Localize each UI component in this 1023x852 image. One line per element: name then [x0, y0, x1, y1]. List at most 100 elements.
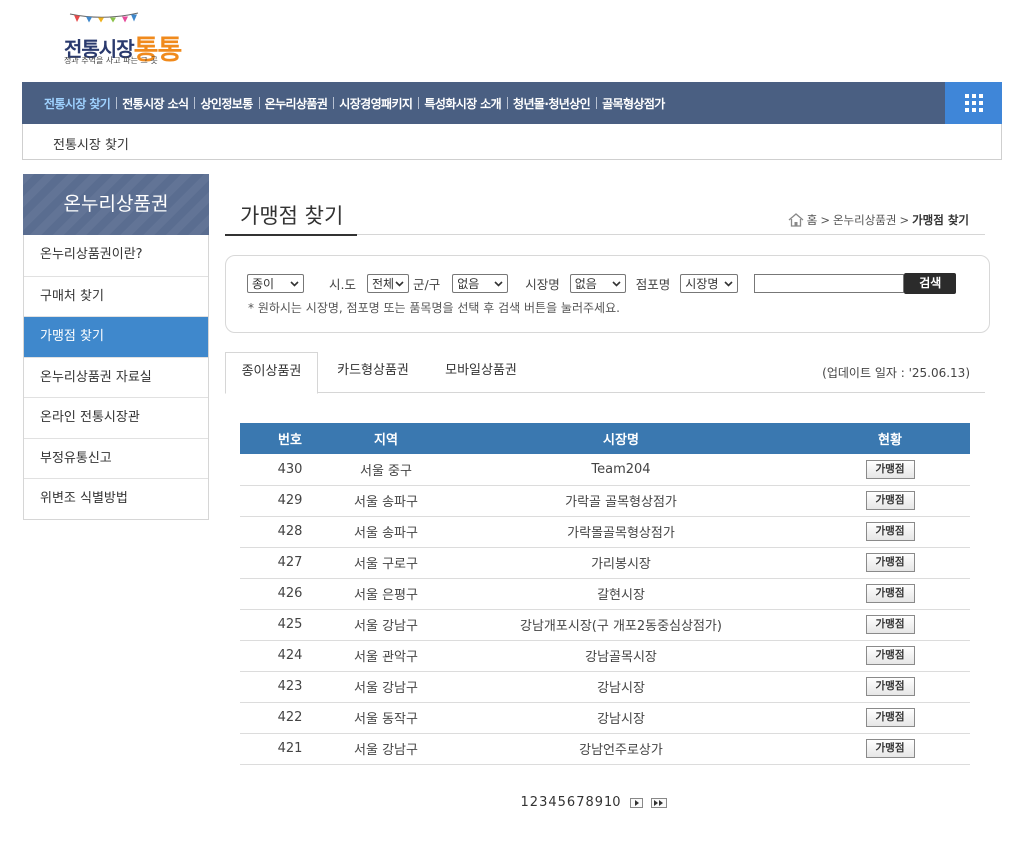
page-link[interactable]: 1 — [520, 795, 529, 810]
affiliate-button[interactable]: 가맹점 — [865, 553, 915, 572]
row-market: 강남언주로상가 — [432, 733, 810, 765]
breadcrumb-home[interactable]: 홈 — [807, 212, 818, 228]
column-header-status: 현황 — [810, 423, 970, 454]
all-menu-button[interactable] — [945, 82, 1002, 124]
page-link[interactable]: 5 — [557, 795, 566, 810]
affiliate-button[interactable]: 가맹점 — [865, 459, 915, 479]
page-title: 가맹점 찾기 — [240, 204, 344, 228]
nav-item-management-package[interactable]: 시장경영패키지 — [333, 95, 418, 112]
row-number: 430 — [240, 454, 340, 486]
nav-item-merchant-info[interactable]: 상인정보통 — [194, 95, 258, 112]
sidebar-item-affiliate-search[interactable]: 가맹점 찾기 — [24, 316, 208, 357]
tab-card-voucher[interactable]: 카드형상품권 — [325, 352, 421, 393]
chevron-down-icon — [724, 281, 733, 287]
home-icon[interactable] — [788, 213, 804, 227]
row-market: 가락골 골목형상점가 — [432, 485, 810, 517]
affiliate-button[interactable]: 가맹점 — [865, 584, 915, 603]
affiliate-button[interactable]: 가맹점 — [865, 491, 915, 510]
page-link[interactable]: 2 — [529, 795, 538, 810]
gugun-select[interactable]: 없음 — [452, 274, 509, 293]
row-market: Team204 — [432, 454, 810, 486]
nav-item-onnuri-voucher[interactable]: 온누리상품권 — [258, 95, 334, 112]
market-label: 시장명 — [525, 277, 560, 292]
search-panel: 종이 시.도 전체 군/구 없음 시장명 없음 점포명 시장명 검색 * 원하시… — [225, 255, 990, 333]
affiliate-button[interactable]: 가맹점 — [865, 677, 915, 696]
breadcrumb: 홈 > 온누리상품권 > 가맹점 찾기 — [788, 212, 969, 228]
sidebar: 온누리상품권 온누리상품권이란? 구매처 찾기 가맹점 찾기 온누리상품권 자료… — [23, 174, 209, 520]
table-row: 430 서울 중구 Team204 가맹점 — [240, 454, 970, 486]
page-link[interactable]: 3 — [539, 795, 548, 810]
sido-select[interactable]: 전체 — [366, 274, 409, 293]
row-region: 서울 송파구 — [340, 485, 432, 517]
pagination: 1 2 3 4 5 6 7 8 9 10 — [520, 795, 668, 810]
row-region: 서울 강남구 — [340, 671, 432, 703]
main-nav: 전통시장 찾기 전통시장 소식 상인정보통 온누리상품권 시장경영패키지 특성화… — [22, 82, 1002, 124]
row-region: 서울 구로구 — [340, 547, 432, 579]
sidebar-item-resources[interactable]: 온누리상품권 자료실 — [24, 356, 208, 398]
sidebar-item-fraud-report[interactable]: 부정유통신고 — [24, 437, 208, 479]
row-region: 서울 관악구 — [340, 640, 432, 672]
row-market: 강남골목시장 — [432, 640, 810, 672]
row-region: 서울 강남구 — [340, 609, 432, 641]
sidebar-item-online-market[interactable]: 온라인 전통시장관 — [24, 397, 208, 438]
row-region: 서울 송파구 — [340, 516, 432, 548]
nav-item-youth-mall[interactable]: 청년몰·청년상인 — [507, 95, 596, 112]
tab-mobile-voucher[interactable]: 모바일상품권 — [433, 352, 529, 393]
page-link[interactable]: 4 — [548, 795, 557, 810]
row-number: 422 — [240, 702, 340, 734]
affiliate-button[interactable]: 가맹점 — [865, 615, 915, 634]
next-page-button[interactable] — [630, 797, 644, 808]
logo-flags-graphic — [69, 12, 139, 23]
market-select[interactable]: 없음 — [569, 274, 626, 293]
nav-item-market-news[interactable]: 전통시장 소식 — [116, 95, 194, 112]
row-number: 421 — [240, 733, 340, 765]
sub-nav-item-market-search[interactable]: 전통시장 찾기 — [53, 134, 129, 153]
page-link[interactable]: 10 — [604, 795, 622, 810]
page-title-bar: 가맹점 찾기 홈 > 온누리상품권 > 가맹점 찾기 — [225, 190, 985, 236]
affiliate-button[interactable]: 가맹점 — [865, 522, 915, 541]
search-keyword-input[interactable] — [754, 274, 905, 293]
affiliate-button[interactable]: 가맹점 — [865, 708, 915, 727]
row-market: 갈현시장 — [432, 578, 810, 610]
nav-item-alley-shopping[interactable]: 골목형상점가 — [596, 95, 671, 112]
chevron-down-icon — [290, 281, 299, 287]
sidebar-item-counterfeit-guide[interactable]: 위변조 식별방법 — [24, 478, 208, 519]
search-button[interactable]: 검색 — [904, 273, 957, 294]
grid-icon — [964, 94, 983, 112]
row-number: 424 — [240, 640, 340, 672]
page-link[interactable]: 8 — [585, 795, 594, 810]
affiliate-button[interactable]: 가맹점 — [865, 646, 915, 665]
row-number: 423 — [240, 671, 340, 703]
table-row: 428 서울 송파구 가락몰골목형상점가 가맹점 — [240, 516, 970, 548]
row-market: 강남시장 — [432, 702, 810, 734]
gugun-label: 군/구 — [412, 277, 441, 292]
nav-item-market-search[interactable]: 전통시장 찾기 — [36, 95, 116, 112]
site-logo[interactable]: 전통시장통통 정과 추억을 사고 파는 그 곳 — [64, 8, 194, 68]
row-number: 427 — [240, 547, 340, 579]
sido-label: 시.도 — [329, 277, 356, 292]
column-header-market: 시장명 — [432, 423, 810, 454]
voucher-type-select[interactable]: 종이 — [247, 274, 304, 293]
tab-paper-voucher[interactable]: 종이상품권 — [225, 352, 318, 394]
page-link[interactable]: 7 — [576, 795, 585, 810]
row-market: 가락몰골목형상점가 — [432, 516, 810, 548]
sub-nav-bar: 전통시장 찾기 — [22, 124, 1002, 160]
sidebar-item-about[interactable]: 온누리상품권이란? — [24, 235, 208, 276]
chevron-down-icon — [494, 281, 503, 287]
last-page-button[interactable] — [651, 797, 668, 808]
affiliate-button[interactable]: 가맹점 — [865, 739, 915, 758]
store-select[interactable]: 시장명 — [680, 274, 739, 293]
page-link[interactable]: 6 — [566, 795, 575, 810]
row-market: 강남시장 — [432, 671, 810, 703]
table-row: 427 서울 구로구 가리봉시장 가맹점 — [240, 547, 970, 579]
breadcrumb-onnuri[interactable]: 온누리상품권 — [833, 212, 896, 228]
row-region: 서울 은평구 — [340, 578, 432, 610]
table-row: 422 서울 동작구 강남시장 가맹점 — [240, 702, 970, 734]
table-row: 421 서울 강남구 강남언주로상가 가맹점 — [240, 733, 970, 765]
table-row: 429 서울 송파구 가락골 골목형상점가 가맹점 — [240, 485, 970, 517]
next-icon — [634, 799, 639, 806]
row-number: 425 — [240, 609, 340, 641]
page-link[interactable]: 9 — [594, 795, 603, 810]
sidebar-item-purchase-locations[interactable]: 구매처 찾기 — [24, 275, 208, 317]
nav-item-specialized-market[interactable]: 특성화시장 소개 — [418, 95, 507, 112]
